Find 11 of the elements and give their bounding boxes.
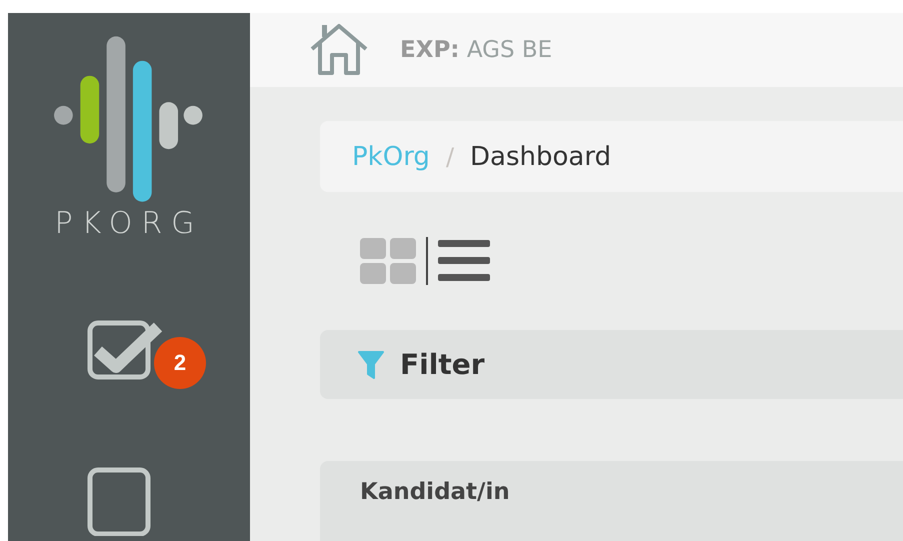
environment-label: EXP: AGS BE xyxy=(400,37,552,63)
tasks-button[interactable]: 2 xyxy=(86,310,208,386)
count-badge: 2 xyxy=(154,336,206,389)
filter-button[interactable]: Filter xyxy=(320,330,903,399)
breadcrumb-current: Dashboard xyxy=(470,142,612,172)
column-header: Kandidat/in xyxy=(360,479,510,507)
logo-text: PKORG xyxy=(54,206,204,241)
home-icon[interactable] xyxy=(308,23,370,77)
filter-icon xyxy=(358,350,384,380)
list-view-icon[interactable] xyxy=(438,238,490,284)
breadcrumb-separator: / xyxy=(446,142,454,170)
